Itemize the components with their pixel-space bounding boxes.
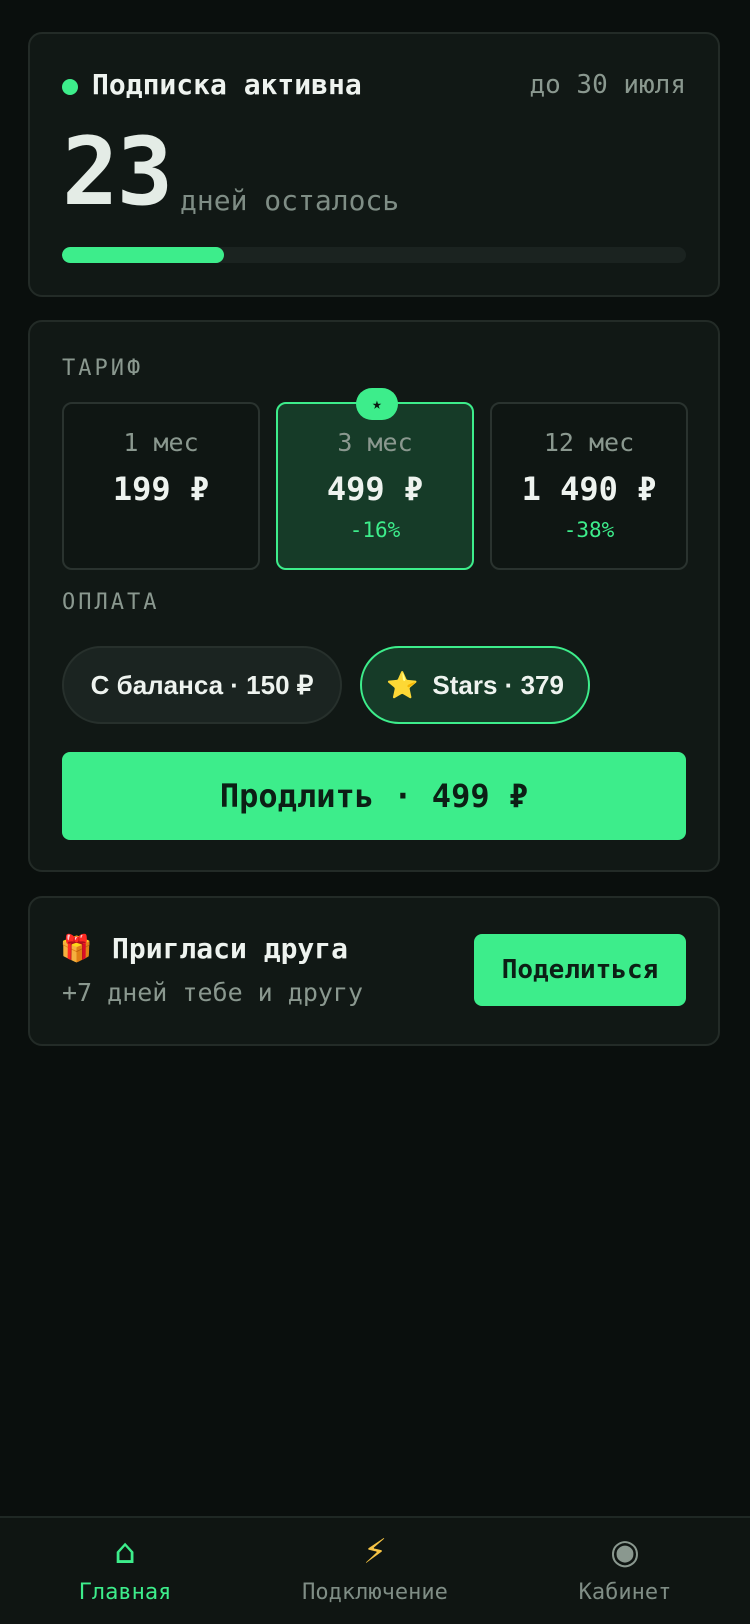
nav-label-connection: Подключение [302, 1580, 448, 1605]
plan-option-1-month[interactable]: 1 мес 199 ₽ [62, 402, 260, 570]
plan-period: 3 мес [337, 428, 413, 457]
plan-period: 1 мес [123, 428, 199, 457]
star-icon: ⭐ [386, 669, 419, 700]
subscription-card: Подписка активна до 30 июля 23 дней оста… [28, 32, 720, 297]
lightning-icon: ⚡ [363, 1532, 387, 1572]
share-button[interactable]: Поделиться [474, 934, 686, 1006]
subscription-until-date: до 30 июля [529, 70, 686, 100]
renew-button[interactable]: Продлить · 499 ₽ [62, 752, 686, 840]
subscription-progress-fill [62, 247, 225, 263]
nav-item-home[interactable]: ⌂ Главная [0, 1518, 250, 1624]
profile-circle-icon: ◉ [610, 1532, 640, 1572]
referral-card: 🎁 Пригласи друга +7 дней тебе и другу По… [28, 896, 720, 1046]
referral-title: Пригласи друга [112, 932, 349, 965]
pay-from-balance-label: С баланса · 150 ₽ [90, 669, 314, 700]
plan-period: 12 мес [543, 428, 635, 457]
payment-section-label: ОПЛАТА [62, 590, 160, 615]
subscription-status: Подписка активна [92, 68, 362, 101]
nav-label-home: Главная [78, 1580, 172, 1605]
days-left-number: 23 [62, 118, 173, 227]
plan-price: 1 490 ₽ [521, 470, 657, 508]
renew-button-label: Продлить · 499 ₽ [219, 777, 529, 815]
nav-item-connection[interactable]: ⚡ Подключение [250, 1518, 500, 1624]
share-button-label: Поделиться [501, 955, 659, 985]
bottom-navigation: ⌂ Главная ⚡ Подключение ◉ Кабинет [0, 1516, 750, 1624]
plan-price: 199 ₽ [112, 470, 210, 508]
pay-with-stars-label: Stars · 379 [432, 669, 564, 700]
nav-item-cabinet[interactable]: ◉ Кабинет [500, 1518, 750, 1624]
plan-option-3-months[interactable]: ★ 3 мес 499 ₽ -16% [276, 388, 474, 570]
recommended-star-icon: ★ [356, 388, 398, 420]
subscription-progress-bar [62, 247, 686, 263]
pay-with-stars-button[interactable]: ⭐ Stars · 379 [360, 646, 590, 724]
plan-discount: -38% [563, 518, 615, 542]
gift-icon: 🎁 [60, 934, 93, 964]
days-left-label: дней осталось [180, 184, 400, 217]
home-icon: ⌂ [114, 1532, 136, 1572]
referral-subtitle: +7 дней тебе и другу [62, 978, 364, 1007]
plan-price: 499 ₽ [326, 470, 424, 508]
plan-discount: -16% [349, 518, 401, 542]
plan-option-12-months[interactable]: 12 мес 1 490 ₽ -38% [490, 402, 688, 570]
nav-label-cabinet: Кабинет [578, 1580, 672, 1605]
pay-from-balance-button[interactable]: С баланса · 150 ₽ [62, 646, 342, 724]
status-dot-icon [62, 79, 78, 95]
tariff-card: ТАРИФ 1 мес 199 ₽ ★ 3 мес 499 ₽ -16% 12 … [28, 320, 720, 872]
tariff-section-label: ТАРИФ [62, 356, 144, 381]
